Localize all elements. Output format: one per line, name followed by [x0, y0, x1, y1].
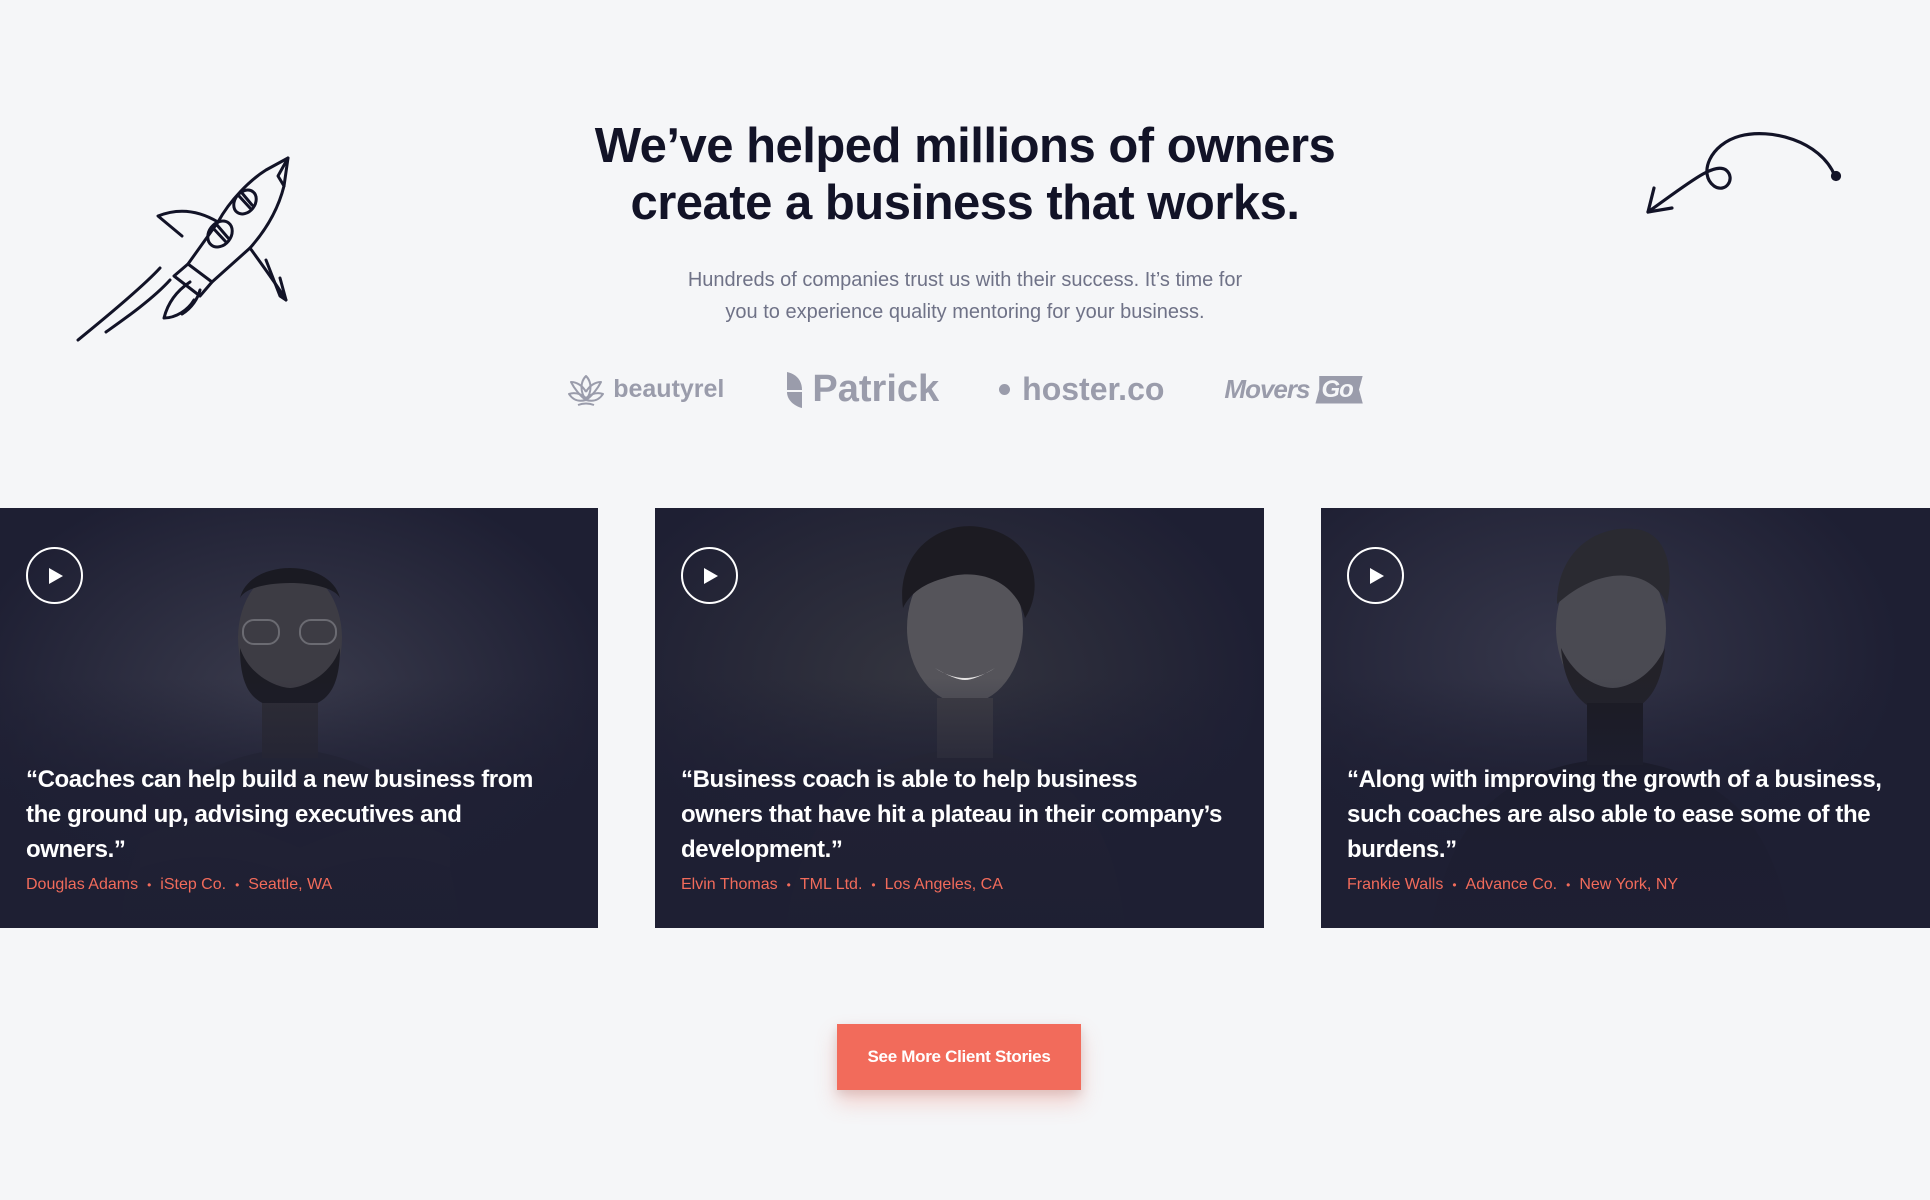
play-video-button[interactable]	[1347, 547, 1404, 604]
meta-separator: •	[235, 878, 240, 892]
logo-beautyrel: beautyrel	[567, 372, 724, 408]
author-name: Elvin Thomas	[681, 876, 778, 893]
curved-arrow-doodle-icon	[1646, 132, 1842, 214]
author-company: TML Ltd.	[799, 876, 863, 893]
play-icon	[704, 567, 718, 584]
author-location: Seattle, WA	[248, 876, 333, 893]
meta-separator: •	[1566, 878, 1571, 892]
testimonial-quote: “Business coach is able to help business…	[681, 766, 1222, 863]
logo-patrick-text: Patrick	[812, 368, 940, 410]
testimonial-quote: “Along with improving the growth of a bu…	[1347, 766, 1882, 863]
logo-moversgo: Movers Go	[1224, 374, 1363, 405]
play-icon	[49, 567, 63, 584]
logo-movers-text: Movers	[1224, 374, 1310, 404]
play-icon	[1370, 567, 1384, 584]
rocket-doodle-icon	[76, 156, 290, 342]
logo-hoster-text: hoster.co	[1022, 371, 1165, 407]
testimonial-author-meta: Elvin Thomas • TML Ltd. • Los Angeles, C…	[681, 876, 1003, 894]
testimonial-card[interactable]: “Coaches can help build a new business f…	[0, 508, 598, 928]
testimonial-quote: “Coaches can help build a new business f…	[26, 766, 533, 863]
dot-icon	[999, 384, 1011, 395]
author-location: Los Angeles, CA	[884, 876, 1003, 893]
testimonial-author-meta: Douglas Adams • iStep Co. • Seattle, WA	[26, 876, 332, 894]
play-video-button[interactable]	[26, 547, 83, 604]
meta-separator: •	[786, 878, 791, 892]
see-more-stories-button[interactable]: See More Client Stories	[837, 1024, 1081, 1090]
author-company: Advance Co.	[1465, 876, 1558, 893]
testimonial-card[interactable]: “Along with improving the growth of a bu…	[1321, 508, 1930, 928]
meta-separator: •	[147, 878, 152, 892]
author-name: Frankie Walls	[1347, 876, 1444, 893]
testimonial-cards: “Coaches can help build a new business f…	[0, 508, 1930, 928]
lotus-icon	[568, 374, 605, 406]
meta-separator: •	[871, 878, 876, 892]
author-name: Douglas Adams	[26, 876, 139, 893]
logo-movers-badge: Go	[1315, 375, 1363, 404]
logo-hoster: hoster.co	[999, 371, 1164, 408]
meta-separator: •	[1452, 878, 1457, 892]
logo-patrick: Patrick	[784, 368, 939, 411]
logo-beautyrel-text: beautyrel	[613, 375, 725, 403]
play-video-button[interactable]	[681, 547, 738, 604]
testimonial-author-meta: Frankie Walls • Advance Co. • New York, …	[1347, 876, 1678, 894]
author-company: iStep Co.	[160, 876, 227, 893]
leaf-icon	[787, 371, 803, 408]
client-logos: beautyrel Patrick hoster.co Movers Go	[0, 368, 1930, 411]
author-location: New York, NY	[1579, 876, 1679, 893]
testimonial-card[interactable]: “Business coach is able to help business…	[655, 508, 1264, 928]
